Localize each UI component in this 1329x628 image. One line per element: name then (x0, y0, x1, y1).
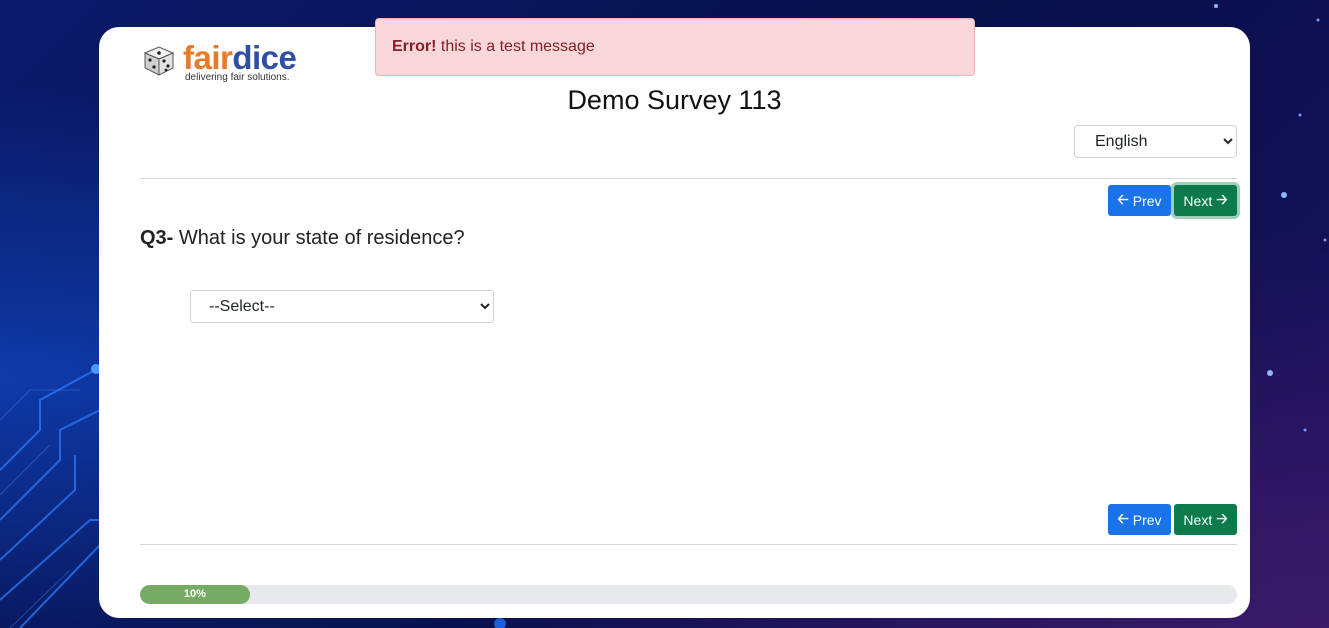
next-button-top[interactable]: Next 🡢 (1174, 185, 1237, 216)
prev-button-label: Prev (1132, 511, 1162, 528)
survey-card: fairdice delivering fair solutions. Demo… (99, 27, 1250, 618)
top-divider (140, 178, 1237, 179)
error-alert: Error! this is a test message (375, 18, 975, 76)
prev-button-top[interactable]: 🡠 Prev (1108, 185, 1171, 216)
arrow-right-icon: 🡢 (1216, 190, 1228, 207)
logo-word-dice: dice (232, 39, 297, 76)
next-button-label: Next (1183, 192, 1213, 209)
logo-wordmark: fairdice (183, 39, 297, 76)
next-button-label: Next (1183, 511, 1213, 528)
alert-title: Error! (392, 38, 437, 55)
language-select[interactable]: English (1074, 125, 1237, 158)
arrow-right-icon: 🡢 (1216, 509, 1228, 526)
state-select[interactable]: --Select-- (190, 290, 494, 323)
prev-button-bottom[interactable]: 🡠 Prev (1108, 504, 1171, 535)
fairdice-logo: fairdice delivering fair solutions. (139, 39, 309, 85)
dice-icon (143, 46, 175, 76)
page-title: Demo Survey 113 (567, 85, 782, 115)
progress-bar: 10% (140, 585, 1237, 604)
arrow-left-icon: 🡠 (1117, 509, 1129, 526)
progress-fill: 10% (140, 585, 250, 604)
question-text: Q3- What is your state of residence? (140, 225, 465, 251)
arrow-left-icon: 🡠 (1117, 190, 1129, 207)
question-label: What is your state of residence? (178, 227, 465, 249)
next-button-bottom[interactable]: Next 🡢 (1174, 504, 1237, 535)
question-number: Q3- (140, 227, 174, 249)
logo-word-fair: fair (183, 39, 233, 76)
prev-button-label: Prev (1132, 192, 1162, 209)
alert-message: this is a test message (440, 38, 595, 55)
bottom-divider (140, 544, 1237, 545)
